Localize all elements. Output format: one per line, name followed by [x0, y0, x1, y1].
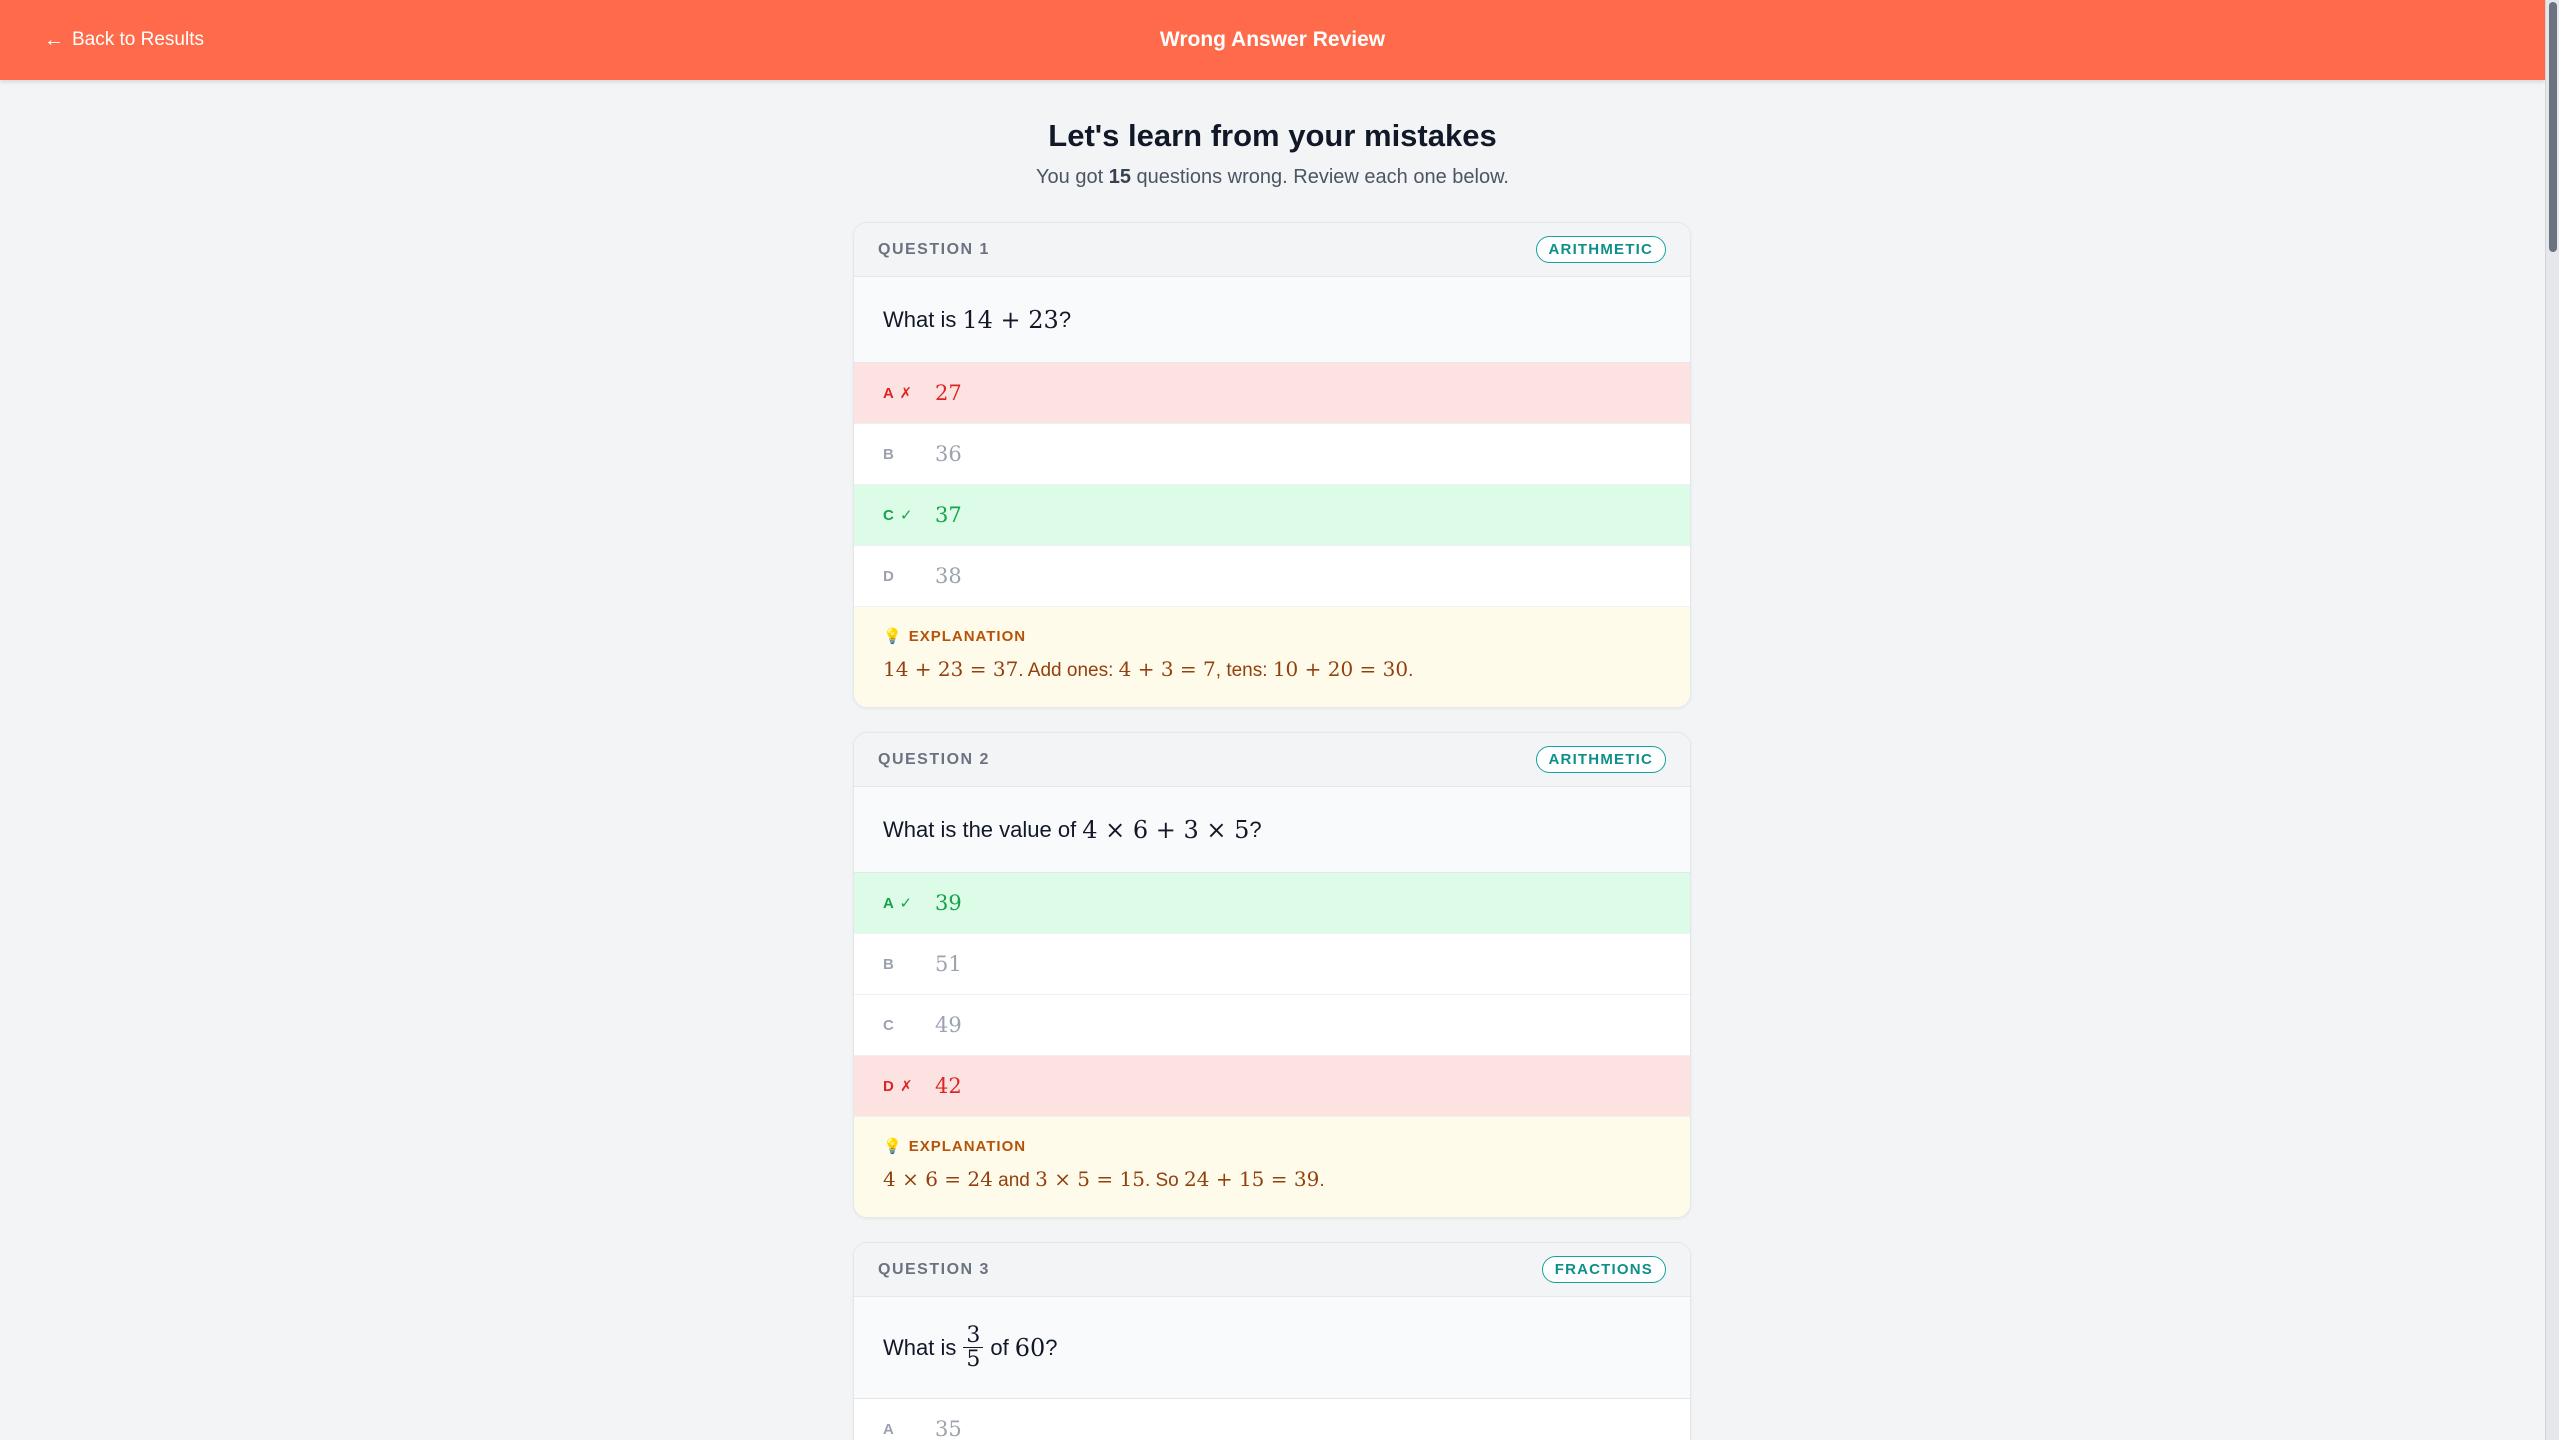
question-prompt: What is 35 of 60?: [854, 1297, 1690, 1399]
explanation-box: 💡 EXPLANATION 4 × 6 = 24 and 3 × 5 = 15. …: [854, 1117, 1690, 1217]
scrollbar[interactable]: [2545, 0, 2559, 1440]
top-bar: ← Back to Results Wrong Answer Review: [0, 0, 2545, 80]
review-subheading: You got 15 questions wrong. Review each …: [1036, 166, 1509, 188]
wrong-count: 15: [1108, 166, 1131, 188]
topic-tag: FRACTIONS: [1541, 1256, 1666, 1283]
question-card: QUESTION 2 ARITHMETIC What is the value …: [853, 732, 1691, 1218]
page-title: Wrong Answer Review: [1159, 28, 1386, 51]
scrollbar-thumb[interactable]: [2549, 2, 2557, 252]
topic-tag: ARITHMETIC: [1535, 236, 1666, 263]
option-a: A 35: [854, 1399, 1690, 1440]
explanation-box: 💡 EXPLANATION 14 + 23 = 37. Add ones: 4 +…: [854, 607, 1690, 707]
option-b: B 51: [854, 934, 1690, 995]
question-header: QUESTION 3 FRACTIONS: [854, 1243, 1690, 1297]
option-a: A ✓ 39: [854, 873, 1690, 934]
option-a: A ✗ 27: [854, 363, 1690, 424]
option-b: B 36: [854, 424, 1690, 485]
explanation-text: 14 + 23 = 37. Add ones: 4 + 3 = 7, tens:…: [883, 657, 1414, 681]
question-math: 60: [1014, 1333, 1046, 1362]
explanation-text: 4 × 6 = 24 and 3 × 5 = 15. So 24 + 15 = …: [883, 1167, 1325, 1191]
option-c: C ✓ 37: [854, 485, 1690, 546]
review-heading: Let's learn from your mistakes: [1048, 118, 1497, 153]
question-card: QUESTION 3 FRACTIONS What is 35 of 60? A…: [853, 1242, 1691, 1440]
lightbulb-icon: 💡: [883, 1138, 903, 1155]
question-number: QUESTION 3: [878, 1260, 990, 1278]
topic-tag: ARITHMETIC: [1535, 746, 1666, 773]
question-math: 4 × 6 + 3 × 5: [1082, 815, 1250, 844]
fraction: 35: [963, 1324, 984, 1371]
explanation-title: EXPLANATION: [908, 627, 1027, 645]
option-d: D 38: [854, 546, 1690, 607]
question-header: QUESTION 1 ARITHMETIC: [854, 223, 1690, 277]
question-number: QUESTION 1: [878, 240, 990, 258]
explanation-title: EXPLANATION: [908, 1137, 1027, 1155]
question-prompt: What is 14 + 23?: [854, 277, 1690, 363]
question-card: QUESTION 1 ARITHMETIC What is 14 + 23? A…: [853, 222, 1691, 708]
question-math: 14 + 23: [962, 305, 1059, 334]
question-prompt: What is the value of 4 × 6 + 3 × 5?: [854, 787, 1690, 873]
question-header: QUESTION 2 ARITHMETIC: [854, 733, 1690, 787]
option-c: C 49: [854, 995, 1690, 1056]
option-d: D ✗ 42: [854, 1056, 1690, 1117]
question-number: QUESTION 2: [878, 750, 990, 768]
lightbulb-icon: 💡: [883, 628, 903, 645]
